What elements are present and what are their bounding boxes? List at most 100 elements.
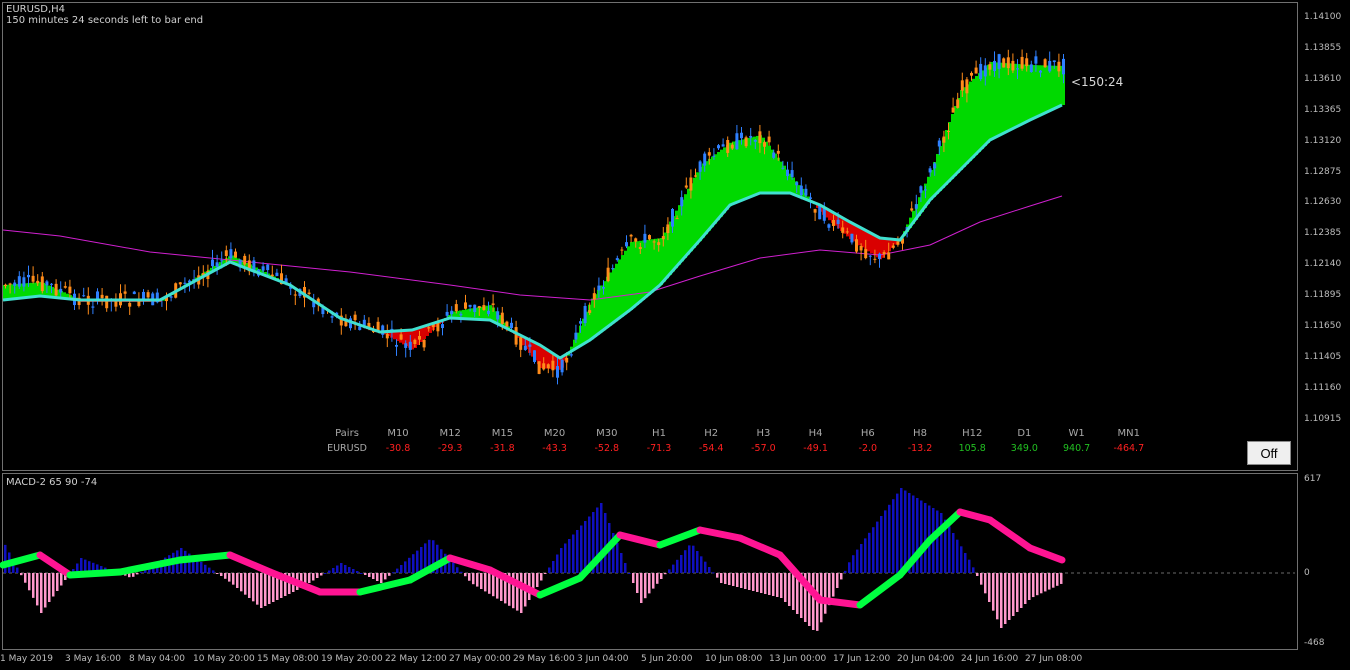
candle-body — [914, 204, 918, 209]
macd-histogram-bar — [216, 573, 219, 574]
candle-body — [266, 264, 270, 271]
ribbon-segment — [678, 205, 681, 265]
candle-body — [1029, 64, 1033, 72]
macd-histogram-bar — [920, 500, 923, 573]
macd-histogram-bar — [1032, 573, 1035, 598]
macd-histogram-bar — [220, 573, 223, 576]
candle-body — [243, 255, 247, 265]
ribbon-segment — [648, 239, 651, 295]
ribbon-segment — [981, 70, 984, 149]
macd-signal-segment — [656, 526, 704, 549]
candle-body — [358, 326, 362, 331]
macd-histogram-bar — [992, 573, 995, 611]
macd-histogram-bar — [760, 573, 763, 593]
macd-histogram-bar — [1020, 573, 1023, 608]
macd-histogram-bar — [380, 573, 383, 583]
timeframe-strength-value: -29.3 — [437, 443, 463, 454]
candle-body — [974, 67, 978, 74]
macd-histogram-bar — [1044, 573, 1047, 592]
ribbon-segment — [870, 232, 873, 254]
ribbon-segment — [729, 142, 732, 207]
ribbon-segment — [987, 64, 990, 143]
macd-signal-segment — [986, 516, 1034, 552]
ribbon-segment — [687, 188, 690, 255]
candle-body — [749, 135, 753, 138]
candle-body — [786, 169, 789, 177]
macd-histogram-bar — [252, 573, 255, 602]
ribbon-segment — [945, 130, 948, 185]
macd-histogram-bar — [788, 573, 791, 606]
macd-histogram-bar — [268, 573, 271, 604]
candle-body — [919, 186, 923, 193]
candle-body — [556, 366, 559, 378]
candle-body — [17, 276, 21, 287]
candle-body — [707, 152, 711, 156]
price-axis-label: 1.12875 — [1304, 166, 1342, 177]
candle-body — [8, 283, 12, 285]
candle-body — [606, 267, 610, 282]
macd-histogram-bar — [740, 573, 743, 588]
ribbon-segment — [1026, 64, 1029, 122]
timeframe-header: H6 — [860, 428, 875, 439]
candlesticks — [4, 49, 1065, 385]
macd-histogram-bar — [980, 573, 983, 585]
macd-histogram-bar — [892, 499, 895, 573]
candle-body — [579, 321, 582, 324]
macd-histogram-bar — [704, 561, 707, 573]
ribbon-segment — [963, 87, 966, 167]
candle-body — [983, 65, 987, 77]
trading-terminal-chart: EURUSD,H4 150 minutes 24 seconds left to… — [0, 0, 1350, 670]
timeframe-header: H3 — [756, 428, 771, 439]
candle-body — [1034, 56, 1038, 64]
timeframe-strength-value: -49.1 — [803, 443, 828, 454]
macd-histogram-bar — [624, 563, 627, 573]
ribbon-segment — [747, 138, 750, 199]
ribbon-segment — [792, 177, 795, 194]
macd-histogram-bar — [376, 573, 379, 581]
candle-body — [395, 344, 398, 347]
candle-body — [675, 218, 679, 220]
timeframe-header: MN1 — [1117, 428, 1141, 439]
time-axis-label: 17 Jun 12:00 — [833, 654, 891, 664]
macd-histogram-bar — [628, 573, 631, 574]
ma-ribbon — [3, 62, 1065, 370]
ribbon-segment — [630, 242, 633, 310]
candle-body — [864, 249, 868, 259]
macd-histogram-bar — [540, 573, 543, 581]
ribbon-segment — [33, 282, 36, 297]
ribbon-segment — [612, 268, 615, 324]
macd-histogram-bar — [688, 545, 691, 573]
candle-body — [1048, 60, 1052, 72]
slow-ma-line — [2, 195, 1063, 301]
timeframe-strength-value: -52.8 — [594, 443, 620, 454]
candle-body — [128, 302, 132, 307]
candle-body — [583, 305, 587, 324]
macd-signal-segment — [816, 596, 864, 609]
candle-body — [891, 245, 895, 248]
macd-histogram-bar — [4, 544, 7, 573]
macd-histogram-bar — [832, 573, 835, 597]
candle-body — [997, 54, 1001, 69]
candle-body — [399, 334, 403, 340]
timeframe-header: D1 — [1017, 428, 1032, 439]
macd-histogram-bar — [140, 572, 143, 573]
macd-histogram-bar — [636, 573, 639, 593]
macd-signal-segment — [696, 526, 744, 542]
off-button[interactable]: Off — [1247, 441, 1291, 465]
macd-signal-segment — [176, 551, 234, 564]
macd-histogram-bar — [384, 573, 387, 580]
candle-body — [408, 341, 412, 350]
macd-histogram-bar — [492, 573, 495, 597]
candle-body — [615, 258, 619, 261]
macd-histogram-bar — [616, 543, 619, 573]
candle-body — [132, 291, 136, 295]
ribbon-segment — [1044, 65, 1047, 114]
macd-histogram-bar — [484, 573, 487, 592]
candle-body — [59, 288, 63, 293]
candle-body — [496, 311, 500, 320]
macd-indicator — [0, 488, 1295, 631]
ribbon-segment — [783, 165, 786, 193]
candle-body — [767, 136, 771, 143]
price-axis-label: 1.13120 — [1304, 135, 1342, 146]
candle-body — [795, 182, 799, 186]
